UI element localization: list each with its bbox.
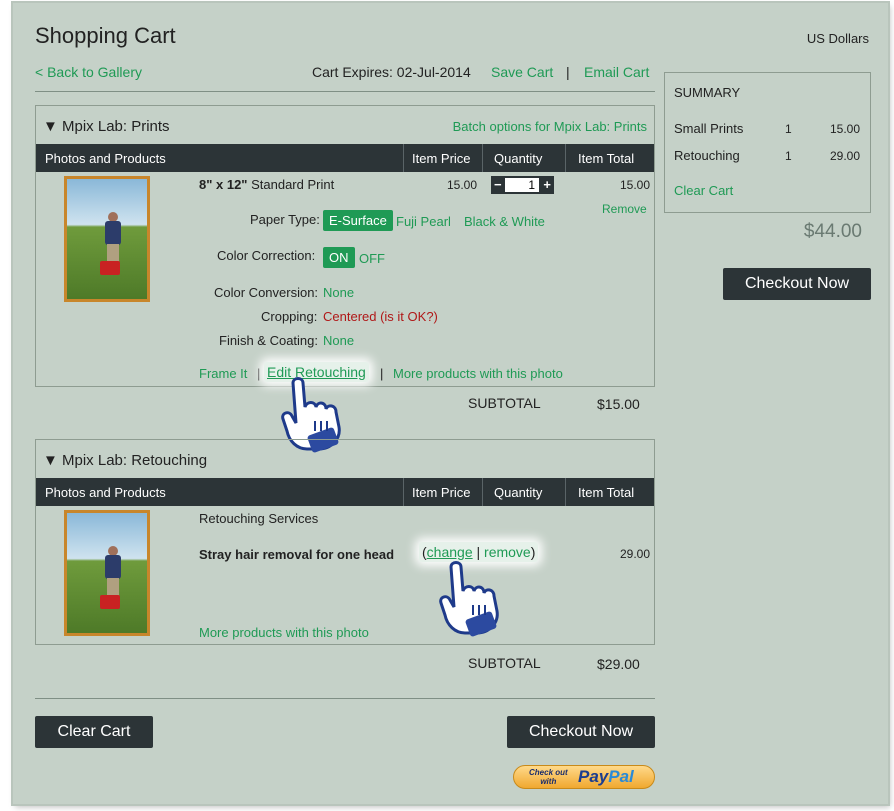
retouching-service-title: Retouching Services (199, 511, 319, 526)
prints-table-header: Photos and Products Item Price Quantity … (36, 144, 654, 172)
more-products-link[interactable]: More products with this photo (393, 366, 563, 381)
item-price: 15.00 (447, 178, 478, 192)
cart-page: Shopping Cart US Dollars < Back to Galle… (13, 3, 888, 804)
product-photo-thumbnail[interactable] (64, 176, 150, 302)
retouching-item-total: 29.00 (620, 547, 651, 561)
currency-label: US Dollars (806, 31, 869, 46)
finish-coating-label: Finish & Coating: (219, 333, 318, 348)
summary-row-qty: 1 (785, 149, 792, 163)
col-quantity: Quantity (494, 485, 543, 500)
item-total: 15.00 (620, 178, 651, 192)
separator: | (566, 64, 570, 80)
cropping-value[interactable]: Centered (is it OK?) (323, 309, 438, 324)
prints-subtotal-value: $15.00 (597, 396, 640, 412)
back-to-gallery-link[interactable]: < Back to Gallery (35, 64, 142, 80)
change-remove-group: (change | remove) (419, 542, 539, 562)
quantity-stepper[interactable]: − 1 + (491, 176, 554, 194)
paper-option-fuji-pearl[interactable]: Fuji Pearl (396, 214, 451, 229)
summary-clear-cart-link[interactable]: Clear Cart (674, 183, 733, 198)
batch-options-link[interactable]: Batch options for Mpix Lab: Prints (453, 119, 647, 134)
divider (35, 91, 655, 92)
retouching-photo-thumbnail[interactable] (64, 510, 150, 636)
frame-it-link[interactable]: Frame It (199, 366, 247, 381)
prints-section: ▼ Mpix Lab: Prints Batch options for Mpi… (35, 105, 655, 387)
remove-link[interactable]: remove (484, 544, 531, 560)
color-correction-label: Color Correction: (217, 248, 316, 263)
col-photos-products: Photos and Products (45, 485, 166, 500)
retouching-section-title: Mpix Lab: Retouching (62, 452, 208, 469)
summary-row-amount: 29.00 (829, 149, 860, 163)
prints-section-toggle[interactable]: ▼ Mpix Lab: Prints (43, 118, 170, 135)
paper-option-esurface[interactable]: E-Surface (323, 210, 393, 231)
remove-link[interactable]: Remove (602, 202, 647, 216)
change-link[interactable]: change (427, 544, 473, 560)
summary-title: SUMMARY (674, 85, 741, 100)
summary-row-qty: 1 (785, 122, 792, 136)
minus-icon[interactable]: − (494, 177, 502, 192)
col-item-total: Item Total (578, 151, 635, 166)
prints-section-title: Mpix Lab: Prints (62, 118, 170, 135)
cart-expires: Cart Expires: 02-Jul-2014 (312, 64, 471, 80)
col-item-price: Item Price (412, 485, 471, 500)
retouching-table-header: Photos and Products Item Price Quantity … (36, 478, 654, 506)
col-quantity: Quantity (494, 151, 543, 166)
color-conversion-value[interactable]: None (323, 285, 354, 300)
clear-cart-button[interactable]: Clear Cart (35, 716, 153, 748)
paper-type-label: Paper Type: (250, 212, 320, 227)
summary-panel: SUMMARY Small Prints 1 15.00 Retouching … (664, 72, 871, 213)
retouching-service-desc: Stray hair removal for one head (199, 547, 395, 562)
paypal-checkout-button[interactable]: Check out with PayPal (513, 765, 655, 789)
save-cart-link[interactable]: Save Cart (491, 64, 553, 80)
pointing-hand-icon (439, 561, 499, 637)
col-item-price: Item Price (412, 151, 471, 166)
retouching-section-toggle[interactable]: ▼ Mpix Lab: Retouching (43, 452, 207, 469)
color-correction-on[interactable]: ON (323, 247, 355, 268)
col-photos-products: Photos and Products (45, 151, 166, 166)
more-products-link[interactable]: More products with this photo (199, 625, 369, 640)
color-conversion-label: Color Conversion: (214, 285, 319, 300)
divider (35, 698, 655, 699)
retouching-subtotal-value: $29.00 (597, 656, 640, 672)
cropping-label: Cropping: (261, 309, 318, 324)
summary-row-name: Small Prints (674, 121, 744, 136)
product-title: 8" x 12" Standard Print (199, 177, 335, 192)
paypal-logo: PayPal (578, 767, 634, 786)
page-title: Shopping Cart (35, 23, 176, 48)
paypal-checkout-text: Check out with (529, 768, 568, 786)
paper-option-black-white[interactable]: Black & White (464, 214, 545, 229)
summary-checkout-now-button[interactable]: Checkout Now (723, 268, 871, 300)
retouching-section: ▼ Mpix Lab: Retouching Photos and Produc… (35, 439, 655, 645)
plus-icon[interactable]: + (543, 177, 551, 192)
color-correction-off[interactable]: OFF (359, 251, 385, 266)
finish-coating-value[interactable]: None (323, 333, 354, 348)
summary-total: $44.00 (803, 221, 862, 242)
email-cart-link[interactable]: Email Cart (584, 64, 649, 80)
col-item-total: Item Total (578, 485, 635, 500)
prints-subtotal-label: SUBTOTAL (468, 395, 541, 411)
quantity-input[interactable]: 1 (505, 178, 539, 192)
summary-row-name: Retouching (674, 148, 740, 163)
summary-row-amount: 15.00 (829, 122, 860, 136)
retouching-subtotal-label: SUBTOTAL (468, 655, 541, 671)
checkout-now-button[interactable]: Checkout Now (507, 716, 655, 748)
